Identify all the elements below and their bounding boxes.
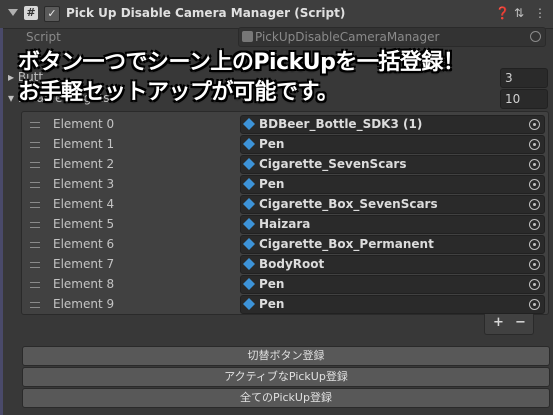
object-field[interactable]: BDBeer_Bottle_SDK3 (1) bbox=[240, 115, 545, 134]
object-picker-icon[interactable] bbox=[529, 159, 540, 170]
drag-handle-icon[interactable] bbox=[30, 182, 40, 188]
drag-handle-icon[interactable] bbox=[30, 142, 40, 148]
element-label: Element 5 bbox=[53, 217, 115, 231]
object-name: Cigarette_Box_SevenScars bbox=[259, 197, 438, 211]
register-all-pickups-button[interactable]: 全てのPickUp登録 bbox=[22, 388, 550, 408]
object-field[interactable]: Haizara bbox=[240, 215, 545, 234]
list-item[interactable]: Element 7 BodyRoot bbox=[22, 254, 548, 274]
drag-handle-icon[interactable] bbox=[30, 222, 40, 228]
list-item[interactable]: Element 9 Pen bbox=[22, 294, 548, 314]
gameobject-icon bbox=[242, 277, 256, 291]
object-field[interactable]: Cigarette_Box_Permanent bbox=[240, 235, 545, 254]
object-picker-icon[interactable] bbox=[529, 259, 540, 270]
script-label: Script bbox=[26, 30, 61, 44]
object-picker-icon[interactable] bbox=[529, 279, 540, 290]
element-label: Element 4 bbox=[53, 197, 115, 211]
gameobject-icon bbox=[242, 217, 256, 231]
gameobject-icon bbox=[242, 157, 256, 171]
list-item[interactable]: Element 4 Cigarette_Box_SevenScars bbox=[22, 194, 548, 214]
object-name: Pen bbox=[259, 297, 285, 311]
overlay-caption-line1: ボタン一つでシーン上のPickUpを一括登録！ bbox=[18, 50, 465, 75]
preset-icon[interactable]: ⇅ bbox=[514, 6, 524, 20]
element-label: Element 2 bbox=[53, 157, 115, 171]
selection-bar bbox=[0, 28, 3, 415]
object-name: Cigarette_Box_Permanent bbox=[259, 237, 434, 251]
drag-handle-icon[interactable] bbox=[30, 262, 40, 268]
element-list: Element 0 BDBeer_Bottle_SDK3 (1) Element… bbox=[21, 111, 549, 315]
drag-handle-icon[interactable] bbox=[30, 162, 40, 168]
gameobject-icon bbox=[242, 197, 256, 211]
gameobject-icon bbox=[242, 117, 256, 131]
more-icon[interactable]: ⋮ bbox=[534, 6, 546, 20]
component-title: Pick Up Disable Camera Manager (Script) bbox=[66, 6, 346, 20]
gameobject-icon bbox=[242, 177, 256, 191]
object-picker-icon[interactable] bbox=[529, 199, 540, 210]
object-name: Haizara bbox=[259, 217, 311, 231]
overlay-caption-line2: お手軽セットアップが可能です。 bbox=[18, 80, 339, 105]
butt-count-field[interactable]: 3 bbox=[500, 68, 548, 88]
script-icon: # bbox=[24, 6, 38, 20]
element-label: Element 0 bbox=[53, 117, 115, 131]
element-label: Element 7 bbox=[53, 257, 115, 271]
gameobject-icon bbox=[242, 137, 256, 151]
list-item[interactable]: Element 5 Haizara bbox=[22, 214, 548, 234]
object-field[interactable]: Pen bbox=[240, 175, 545, 194]
object-name: Pen bbox=[259, 137, 285, 151]
script-field-value: PickUpDisableCameraManager bbox=[255, 30, 440, 44]
list-item[interactable]: Element 6 Cigarette_Box_Permanent bbox=[22, 234, 548, 254]
disable-targets-size-field[interactable]: 10 bbox=[500, 89, 548, 109]
drag-handle-icon[interactable] bbox=[30, 242, 40, 248]
remove-element-button[interactable]: − bbox=[515, 315, 526, 330]
list-item[interactable]: Element 0 BDBeer_Bottle_SDK3 (1) bbox=[22, 114, 548, 134]
object-name: BDBeer_Bottle_SDK3 (1) bbox=[259, 117, 423, 131]
object-field[interactable]: Pen bbox=[240, 135, 545, 154]
drag-handle-icon[interactable] bbox=[30, 282, 40, 288]
object-field[interactable]: Cigarette_SevenScars bbox=[240, 155, 545, 174]
gameobject-icon bbox=[242, 257, 256, 271]
object-picker-icon[interactable] bbox=[529, 219, 540, 230]
register-toggle-button[interactable]: 切替ボタン登録 bbox=[22, 346, 550, 366]
help-icon[interactable]: ❓ bbox=[495, 6, 510, 20]
list-item[interactable]: Element 1 Pen bbox=[22, 134, 548, 154]
enabled-checkbox[interactable]: ✓ bbox=[44, 6, 60, 22]
gameobject-icon bbox=[242, 297, 256, 311]
list-footer: + − bbox=[484, 314, 534, 335]
object-picker-icon[interactable] bbox=[529, 239, 540, 250]
script-file-icon bbox=[242, 31, 253, 42]
object-picker-icon[interactable] bbox=[529, 139, 540, 150]
gameobject-icon bbox=[242, 237, 256, 251]
element-label: Element 3 bbox=[53, 177, 115, 191]
object-name: Cigarette_SevenScars bbox=[259, 157, 407, 171]
object-name: BodyRoot bbox=[259, 257, 325, 271]
drag-handle-icon[interactable] bbox=[30, 122, 40, 128]
element-label: Element 1 bbox=[53, 137, 115, 151]
object-picker-icon[interactable] bbox=[530, 31, 541, 42]
object-picker-icon[interactable] bbox=[529, 179, 540, 190]
fold-arrow-icon[interactable] bbox=[8, 9, 18, 16]
register-active-pickups-button[interactable]: アクティブなPickUp登録 bbox=[22, 367, 550, 387]
component-header: # ✓ Pick Up Disable Camera Manager (Scri… bbox=[0, 0, 553, 29]
drag-handle-icon[interactable] bbox=[30, 202, 40, 208]
object-name: Pen bbox=[259, 277, 285, 291]
list-item[interactable]: Element 3 Pen bbox=[22, 174, 548, 194]
list-item[interactable]: Element 2 Cigarette_SevenScars bbox=[22, 154, 548, 174]
add-element-button[interactable]: + bbox=[493, 315, 504, 330]
object-field[interactable]: Pen bbox=[240, 295, 545, 314]
object-picker-icon[interactable] bbox=[529, 119, 540, 130]
object-name: Pen bbox=[259, 177, 285, 191]
element-label: Element 9 bbox=[53, 297, 115, 311]
element-label: Element 8 bbox=[53, 277, 115, 291]
object-picker-icon[interactable] bbox=[529, 299, 540, 310]
object-field[interactable]: Pen bbox=[240, 275, 545, 294]
object-field[interactable]: BodyRoot bbox=[240, 255, 545, 274]
drag-handle-icon[interactable] bbox=[30, 302, 40, 308]
object-field[interactable]: Cigarette_Box_SevenScars bbox=[240, 195, 545, 214]
element-label: Element 6 bbox=[53, 237, 115, 251]
list-item[interactable]: Element 8 Pen bbox=[22, 274, 548, 294]
